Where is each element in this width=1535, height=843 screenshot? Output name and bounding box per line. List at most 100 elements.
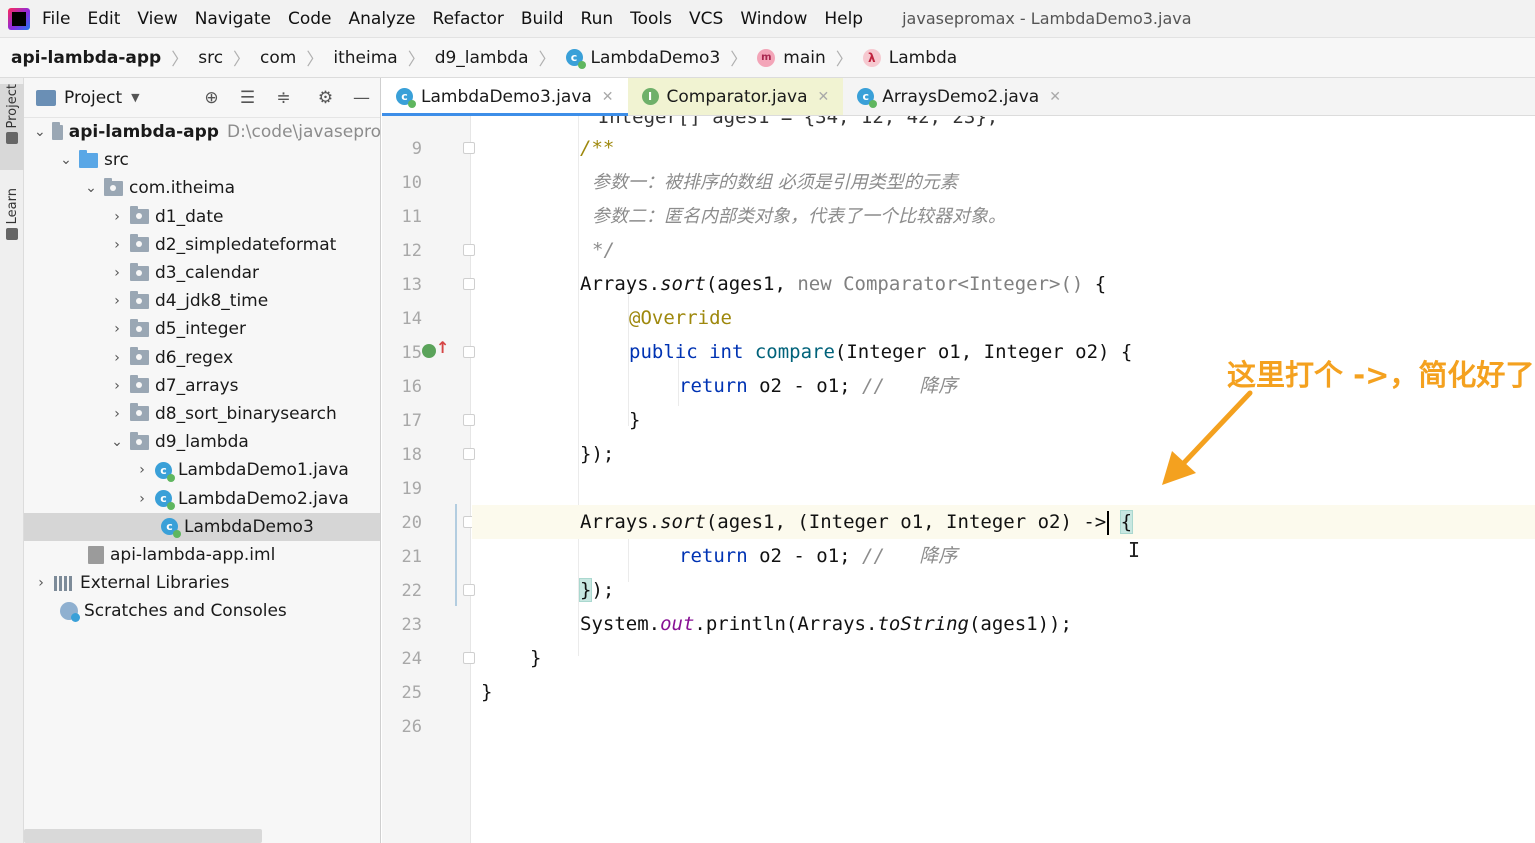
tree-item-scratches[interactable]: Scratches and Consoles bbox=[24, 597, 380, 625]
code-line-10: 参数一：被排序的数组 必须是引用类型的元素 bbox=[592, 172, 958, 193]
menu-tools[interactable]: Tools bbox=[630, 9, 672, 29]
implements-method-icon[interactable] bbox=[422, 344, 436, 358]
menu-view[interactable]: View bbox=[137, 9, 177, 29]
tree-item-package[interactable]: › d6_regex bbox=[24, 344, 380, 372]
code-line-20-current: Arrays.sort(ages1, (Integer o1, Integer … bbox=[472, 505, 1535, 539]
tree-item-package[interactable]: › d3_calendar bbox=[24, 259, 380, 287]
tree-item-external-libraries[interactable]: › External Libraries bbox=[24, 569, 380, 597]
chevron-down-icon[interactable]: ⌄ bbox=[34, 124, 46, 140]
locate-file-icon[interactable]: ⊕ bbox=[201, 88, 222, 109]
gear-icon[interactable]: ⚙ bbox=[315, 88, 336, 109]
tree-item-label: d6_regex bbox=[155, 347, 234, 368]
chevron-right-icon[interactable]: › bbox=[110, 350, 124, 366]
chevron-right-icon[interactable]: › bbox=[110, 321, 124, 337]
menu-run[interactable]: Run bbox=[581, 9, 614, 29]
tree-item-label: d8_sort_binarysearch bbox=[155, 403, 337, 424]
menu-refactor[interactable]: Refactor bbox=[433, 9, 504, 29]
learn-tool-button[interactable]: Learn bbox=[0, 188, 24, 258]
chevron-right-icon[interactable]: › bbox=[135, 491, 149, 507]
menu-file[interactable]: File bbox=[42, 9, 70, 29]
tree-item-label: d4_jdk8_time bbox=[155, 291, 269, 312]
chevron-right-icon[interactable]: › bbox=[110, 265, 124, 281]
code-line-21: return o2 - o1; // 降序 bbox=[679, 545, 958, 567]
close-icon[interactable]: ✕ bbox=[818, 89, 830, 105]
menu-vcs[interactable]: VCS bbox=[689, 9, 723, 29]
code-line-22: }); bbox=[578, 578, 615, 602]
breadcrumb-method-label: main bbox=[783, 47, 826, 68]
project-panel: Project ▼ ⊕ ☰ ≑ ⚙ — ⌄ api-lambda-app D:\… bbox=[24, 78, 381, 843]
line-number: 26 bbox=[401, 717, 422, 737]
code-line-25: } bbox=[481, 681, 493, 703]
close-icon[interactable]: ✕ bbox=[602, 89, 614, 105]
tree-item-file-selected[interactable]: c LambdaDemo3 bbox=[24, 512, 380, 541]
tree-item-file[interactable]: › c LambdaDemo2.java bbox=[24, 484, 380, 512]
menu-help[interactable]: Help bbox=[824, 9, 863, 29]
menu-code[interactable]: Code bbox=[288, 9, 332, 29]
tab-comparator[interactable]: I Comparator.java ✕ bbox=[627, 78, 844, 115]
tree-item-label: api-lambda-app.iml bbox=[110, 544, 276, 565]
tree-item-package[interactable]: › d5_integer bbox=[24, 315, 380, 343]
menu-build[interactable]: Build bbox=[521, 9, 564, 29]
line-number: 16 bbox=[401, 377, 422, 397]
menu-analyze[interactable]: Analyze bbox=[349, 9, 416, 29]
chevron-right-icon[interactable]: › bbox=[110, 209, 124, 225]
menu-navigate[interactable]: Navigate bbox=[195, 9, 271, 29]
tree-item-package[interactable]: › d8_sort_binarysearch bbox=[24, 400, 380, 428]
tab-label: Comparator.java bbox=[666, 86, 808, 107]
breadcrumb-src[interactable]: src bbox=[198, 48, 223, 68]
menu-edit[interactable]: Edit bbox=[87, 9, 120, 29]
breadcrumb-d9-lambda[interactable]: d9_lambda bbox=[435, 48, 529, 68]
module-file-icon bbox=[88, 545, 104, 564]
breadcrumb-method[interactable]: m main bbox=[757, 47, 826, 68]
tree-item-package[interactable]: › d2_simpledateformat bbox=[24, 231, 380, 259]
tab-lambdademo3[interactable]: c LambdaDemo3.java ✕ bbox=[382, 78, 628, 116]
editor-gutter: 9 10 11 12 13 14 15 16 17 18 19 20 21 22… bbox=[382, 116, 475, 843]
java-class-icon: c bbox=[155, 461, 175, 482]
breadcrumb-com[interactable]: com bbox=[260, 48, 296, 68]
line-number: 19 bbox=[401, 479, 422, 499]
menu-window[interactable]: Window bbox=[740, 9, 807, 29]
breadcrumb-project[interactable]: api-lambda-app bbox=[11, 48, 161, 68]
chevron-right-icon[interactable]: › bbox=[110, 237, 124, 253]
project-view-icon bbox=[36, 89, 56, 106]
tree-item-project-root[interactable]: ⌄ api-lambda-app D:\code\javasepro bbox=[24, 118, 380, 146]
tree-item-iml[interactable]: api-lambda-app.iml bbox=[24, 541, 380, 569]
package-icon bbox=[130, 403, 149, 422]
code-area[interactable]: Integer[] ages1 = {34, 12, 42, 23}; /** … bbox=[472, 116, 1535, 843]
chevron-right-icon[interactable]: › bbox=[110, 293, 124, 309]
tab-arraysdemo2[interactable]: c ArraysDemo2.java ✕ bbox=[843, 78, 1075, 115]
tab-label: ArraysDemo2.java bbox=[882, 86, 1040, 107]
tree-item-file[interactable]: › c LambdaDemo1.java bbox=[24, 456, 380, 484]
vcs-change-marker[interactable] bbox=[455, 504, 457, 606]
chevron-down-icon[interactable]: ⌄ bbox=[110, 434, 124, 450]
breadcrumb-lambda[interactable]: λ Lambda bbox=[862, 48, 957, 68]
expand-all-icon[interactable]: ☰ bbox=[237, 88, 258, 109]
project-view-selector[interactable]: Project bbox=[64, 88, 122, 108]
tree-item-package[interactable]: › d4_jdk8_time bbox=[24, 287, 380, 315]
chevron-right-icon[interactable]: › bbox=[110, 406, 124, 422]
chevron-right-icon[interactable]: › bbox=[34, 575, 48, 591]
hide-panel-icon[interactable]: — bbox=[351, 88, 372, 109]
tree-item-package[interactable]: › d1_date bbox=[24, 203, 380, 231]
horizontal-scrollbar[interactable] bbox=[24, 829, 262, 843]
collapse-all-icon[interactable]: ≑ bbox=[273, 88, 294, 109]
close-icon[interactable]: ✕ bbox=[1049, 89, 1061, 105]
code-line-13: Arrays.sort(ages1, new Comparator<Intege… bbox=[580, 273, 1107, 295]
chevron-down-icon[interactable]: ⌄ bbox=[59, 152, 73, 168]
chevron-down-icon[interactable]: ▼ bbox=[131, 91, 139, 104]
tree-item-src[interactable]: ⌄ src bbox=[24, 146, 380, 174]
breadcrumb-itheima[interactable]: itheima bbox=[333, 48, 397, 68]
tree-item-package-com-itheima[interactable]: ⌄ com.itheima bbox=[24, 174, 380, 202]
tree-item-package[interactable]: › d7_arrays bbox=[24, 372, 380, 400]
code-line-24: } bbox=[530, 647, 542, 669]
chevron-right-icon[interactable]: › bbox=[110, 378, 124, 394]
breadcrumb-class[interactable]: c LambdaDemo3 bbox=[565, 48, 720, 69]
package-icon bbox=[130, 234, 149, 253]
tree-item-package-d9-lambda[interactable]: ⌄ d9_lambda bbox=[24, 428, 380, 456]
project-tool-button[interactable]: Project bbox=[0, 84, 24, 170]
java-class-icon: c bbox=[161, 518, 181, 539]
line-number: 15 bbox=[401, 343, 422, 363]
chevron-down-icon[interactable]: ⌄ bbox=[84, 180, 98, 196]
chevron-right-icon[interactable]: › bbox=[135, 462, 149, 478]
code-editor[interactable]: 9 10 11 12 13 14 15 16 17 18 19 20 21 22… bbox=[382, 116, 1535, 843]
